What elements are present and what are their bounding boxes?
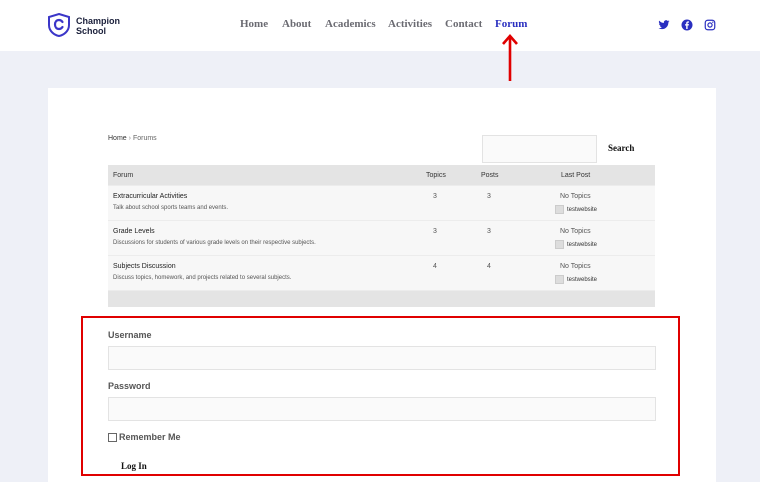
- header-topics: Topics: [426, 172, 446, 179]
- avatar: [555, 275, 564, 284]
- topic-count: 3: [433, 228, 437, 235]
- remember-me[interactable]: Remember Me: [108, 432, 181, 442]
- topic-count: 3: [433, 193, 437, 200]
- remember-me-checkbox[interactable]: [108, 432, 117, 442]
- post-count: 3: [487, 193, 491, 200]
- table-row: Grade Levels Discussions for students of…: [108, 220, 655, 255]
- header-posts: Posts: [481, 172, 499, 179]
- avatar: [555, 205, 564, 214]
- last-post: No Topics: [560, 228, 591, 235]
- nav-home[interactable]: Home: [240, 18, 268, 30]
- forum-description: Discussions for students of various grad…: [113, 240, 316, 246]
- nav-academics[interactable]: Academics: [325, 18, 376, 30]
- table-footer: [108, 290, 655, 307]
- author-name: testwebsite: [567, 241, 598, 248]
- breadcrumb-separator: ›: [128, 135, 131, 142]
- nav-activities[interactable]: Activities: [388, 18, 432, 30]
- topic-count: 4: [433, 263, 437, 270]
- main-nav: Home About Academics Activities Contact …: [0, 18, 760, 34]
- nav-contact[interactable]: Contact: [445, 18, 482, 30]
- password-input[interactable]: [108, 397, 656, 421]
- nav-forum[interactable]: Forum: [495, 18, 527, 30]
- nav-about[interactable]: About: [282, 18, 311, 30]
- last-post: No Topics: [560, 263, 591, 270]
- header-forum: Forum: [113, 172, 134, 179]
- password-label: Password: [108, 381, 151, 391]
- author-name: testwebsite: [567, 206, 598, 213]
- last-post-author[interactable]: testwebsite: [555, 275, 597, 284]
- breadcrumb-home[interactable]: Home: [108, 135, 127, 142]
- annotation-arrow: [502, 34, 518, 81]
- post-count: 4: [487, 263, 491, 270]
- site-header: Champion School Home About Academics Act…: [0, 0, 760, 51]
- username-input[interactable]: [108, 346, 656, 370]
- search-button[interactable]: Search: [608, 143, 634, 153]
- last-post-author[interactable]: testwebsite: [555, 240, 597, 249]
- highlight-box: [81, 316, 680, 476]
- table-header: Forum Topics Posts Last Post: [108, 165, 655, 185]
- remember-me-label: Remember Me: [119, 432, 181, 442]
- forum-title-link[interactable]: Subjects Discussion: [113, 263, 176, 270]
- table-row: Extracurricular Activities Talk about sc…: [108, 185, 655, 220]
- login-button[interactable]: Log In: [121, 461, 147, 471]
- last-post: No Topics: [560, 193, 591, 200]
- instagram-icon[interactable]: [704, 19, 716, 31]
- search-input[interactable]: [482, 135, 597, 163]
- forum-title-link[interactable]: Extracurricular Activities: [113, 193, 187, 200]
- header-last-post: Last Post: [561, 172, 591, 179]
- avatar: [555, 240, 564, 249]
- forum-description: Talk about school sports teams and event…: [113, 205, 229, 211]
- forum-table: Forum Topics Posts Last Post Extracurric…: [108, 165, 655, 307]
- forum-title-link[interactable]: Grade Levels: [113, 228, 155, 235]
- forum-description: Discuss topics, homework, and projects r…: [113, 275, 292, 281]
- breadcrumb-current: Forums: [132, 135, 157, 142]
- post-count: 3: [487, 228, 491, 235]
- author-name: testwebsite: [567, 276, 598, 283]
- facebook-icon[interactable]: [681, 19, 693, 31]
- breadcrumb: Home › Forums: [108, 135, 157, 142]
- table-row: Subjects Discussion Discuss topics, home…: [108, 255, 655, 290]
- twitter-icon[interactable]: [658, 19, 670, 31]
- username-label: Username: [108, 330, 152, 340]
- last-post-author[interactable]: testwebsite: [555, 205, 597, 214]
